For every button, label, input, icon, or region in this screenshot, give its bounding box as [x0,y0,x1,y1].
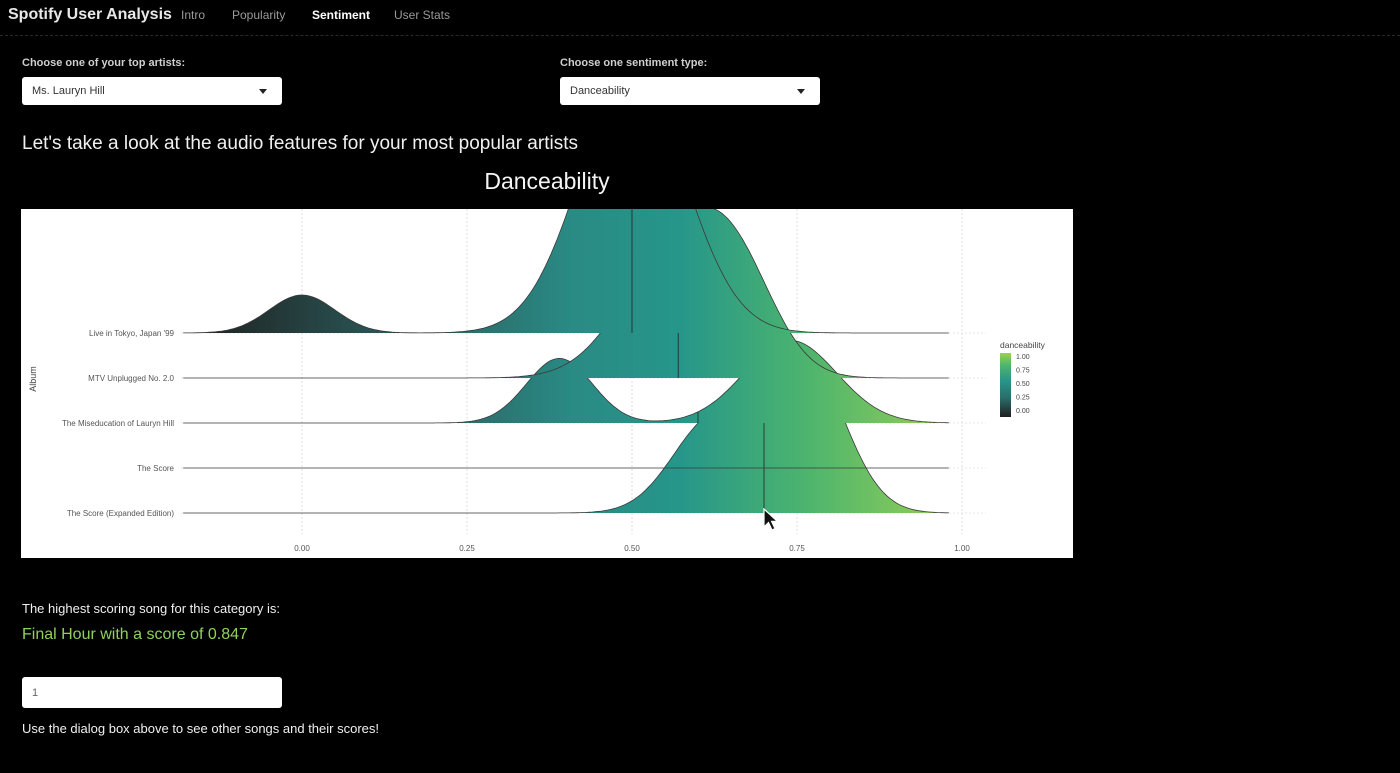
artist-select-label: Choose one of your top artists: [22,57,186,69]
x-tick-label: 0.25 [459,544,475,553]
x-tick-label: 0.75 [789,544,805,553]
x-tick-label: 1.00 [954,544,970,553]
legend-label: 1.00 [1016,354,1030,361]
y-category-label: The Score (Expanded Edition) [67,509,175,518]
legend-colorbar [1000,353,1011,417]
navbar: Spotify User Analysis Intro Popularity S… [0,0,1400,36]
legend-label: 0.75 [1016,368,1030,375]
mouse-pointer-icon [763,508,780,531]
chevron-down-icon [259,89,267,94]
tab-popularity[interactable]: Popularity [232,8,285,22]
legend-label: 0.25 [1016,395,1030,402]
ridgeline-svg: 0.00 0.25 0.50 0.75 1.00 Album Live in Tokyo, … [28,209,1046,553]
artist-select[interactable]: Ms. Lauryn Hill [22,77,282,105]
density-ridge [183,340,949,423]
app-title[interactable]: Spotify User Analysis [8,6,172,24]
tab-sentiment[interactable]: Sentiment [312,8,370,22]
y-axis-title: Album [28,366,38,392]
legend-label: 0.50 [1016,381,1030,388]
result-label: The highest scoring song for this catego… [22,601,280,616]
y-category-label: The Score [137,464,174,473]
chevron-down-icon [797,89,805,94]
y-category-label: The Miseducation of Lauryn Hill [62,419,174,428]
tab-user-stats[interactable]: User Stats [394,8,450,22]
x-tick-label: 0.50 [624,544,640,553]
y-category-label: Live in Tokyo, Japan '99 [89,329,175,338]
help-text: Use the dialog box above to see other so… [22,721,379,736]
y-category-label: MTV Unplugged No. 2.0 [88,374,174,383]
x-tick-label: 0.00 [294,544,310,553]
artist-select-value: Ms. Lauryn Hill [32,85,105,97]
legend-label: 0.00 [1016,408,1030,415]
top-song-result: Final Hour with a score of 0.847 [22,626,248,643]
song-rank-input[interactable] [22,677,282,708]
sentiment-select-label: Choose one sentiment type: [560,57,708,69]
sentiment-select[interactable]: Danceability [560,77,820,105]
legend-title: danceability [1000,340,1046,350]
chart-title: Danceability [484,168,610,194]
sentiment-select-value: Danceability [570,85,630,97]
page-heading: Let's take a look at the audio features … [22,133,578,154]
density-ridge [183,209,949,333]
ridgeline-plot: 0.00 0.25 0.50 0.75 1.00 Album Live in Tokyo, … [21,209,1073,558]
tab-intro[interactable]: Intro [181,8,205,22]
